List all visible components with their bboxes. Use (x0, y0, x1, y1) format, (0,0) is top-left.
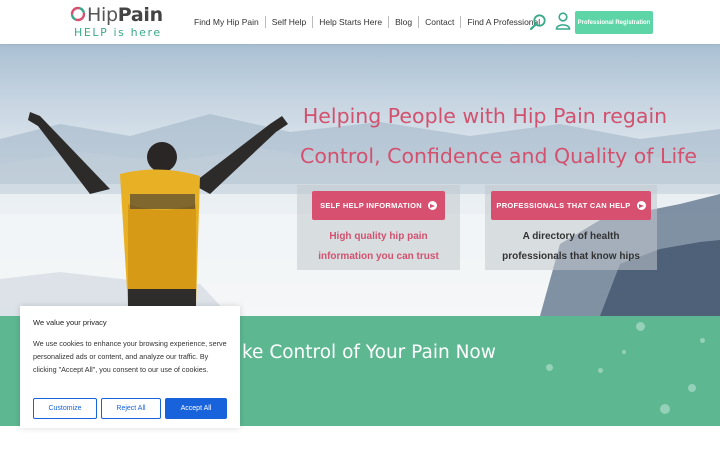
self-help-description-line-1: High quality hip pain (329, 231, 428, 242)
decorative-dot (636, 322, 645, 331)
professionals-card-description: A directory of health professionals that… (485, 227, 657, 267)
self-help-card: SELF HELP INFORMATION High quality hip p… (297, 185, 460, 270)
decorative-dot (622, 350, 626, 354)
professional-registration-button[interactable]: Professional Registration (575, 11, 653, 34)
main-nav: Find My Hip Pain Self Help Help Starts H… (188, 16, 546, 28)
cookie-consent-dialog: We value your privacy We use cookies to … (20, 306, 240, 428)
self-help-information-button[interactable]: SELF HELP INFORMATION (312, 191, 445, 220)
decorative-dot (598, 368, 603, 373)
hippain-logo[interactable]: HipPain HELP is here (70, 4, 163, 40)
decorative-dot (546, 364, 553, 371)
cookie-dialog-title: We value your privacy (33, 318, 107, 327)
professionals-description-line-1: A directory of health (522, 231, 620, 242)
nav-find-my-hip-pain[interactable]: Find My Hip Pain (188, 16, 265, 28)
professionals-card: PROFESSIONALS THAT CAN HELP A directory … (485, 185, 657, 270)
professionals-that-can-help-button[interactable]: PROFESSIONALS THAT CAN HELP (491, 191, 651, 220)
page-bottom-strip (0, 426, 720, 450)
nav-contact[interactable]: Contact (418, 16, 460, 28)
arrow-right-circle-icon (636, 201, 646, 210)
search-icon[interactable] (529, 13, 547, 31)
professionals-button-label: PROFESSIONALS THAT CAN HELP (496, 201, 631, 210)
cookie-customize-button[interactable]: Customize (33, 398, 97, 419)
hero-section: Helping People with Hip Pain regain Cont… (0, 44, 720, 316)
logo-wordmark: HipPain (87, 5, 163, 25)
decorative-dot (660, 404, 670, 414)
self-help-card-description: High quality hip pain information you ca… (297, 227, 460, 267)
logo-tagline: HELP is here (74, 26, 162, 39)
arrow-right-circle-icon (427, 201, 437, 210)
banner-heading: ke Control of Your Pain Now (242, 342, 496, 363)
logo-name-bold: Pain (117, 4, 163, 26)
site-header: HipPain HELP is here Find My Hip Pain Se… (0, 0, 720, 44)
mountain-landscape-image (0, 112, 720, 316)
nav-blog[interactable]: Blog (388, 16, 418, 28)
hero-heading-line-1: Helping People with Hip Pain regain (302, 104, 668, 128)
nav-self-help[interactable]: Self Help (264, 16, 313, 28)
decorative-dot (688, 384, 696, 392)
cookie-dialog-text: We use cookies to enhance your browsing … (33, 339, 227, 374)
cookie-reject-all-button[interactable]: Reject All (101, 398, 161, 419)
logo-ring-icon (70, 6, 86, 22)
decorative-dot (700, 338, 705, 343)
self-help-button-label: SELF HELP INFORMATION (320, 201, 422, 210)
self-help-description-line-2: information you can trust (318, 251, 439, 262)
professionals-description-line-2: professionals that know hips (502, 251, 640, 262)
user-icon[interactable] (555, 12, 571, 30)
nav-help-starts-here[interactable]: Help Starts Here (312, 16, 388, 28)
hero-heading-line-2: Control, Confidence and Quality of Life (300, 144, 697, 168)
cookie-accept-all-button[interactable]: Accept All (165, 398, 227, 419)
logo-name-light: Hip (87, 4, 118, 26)
